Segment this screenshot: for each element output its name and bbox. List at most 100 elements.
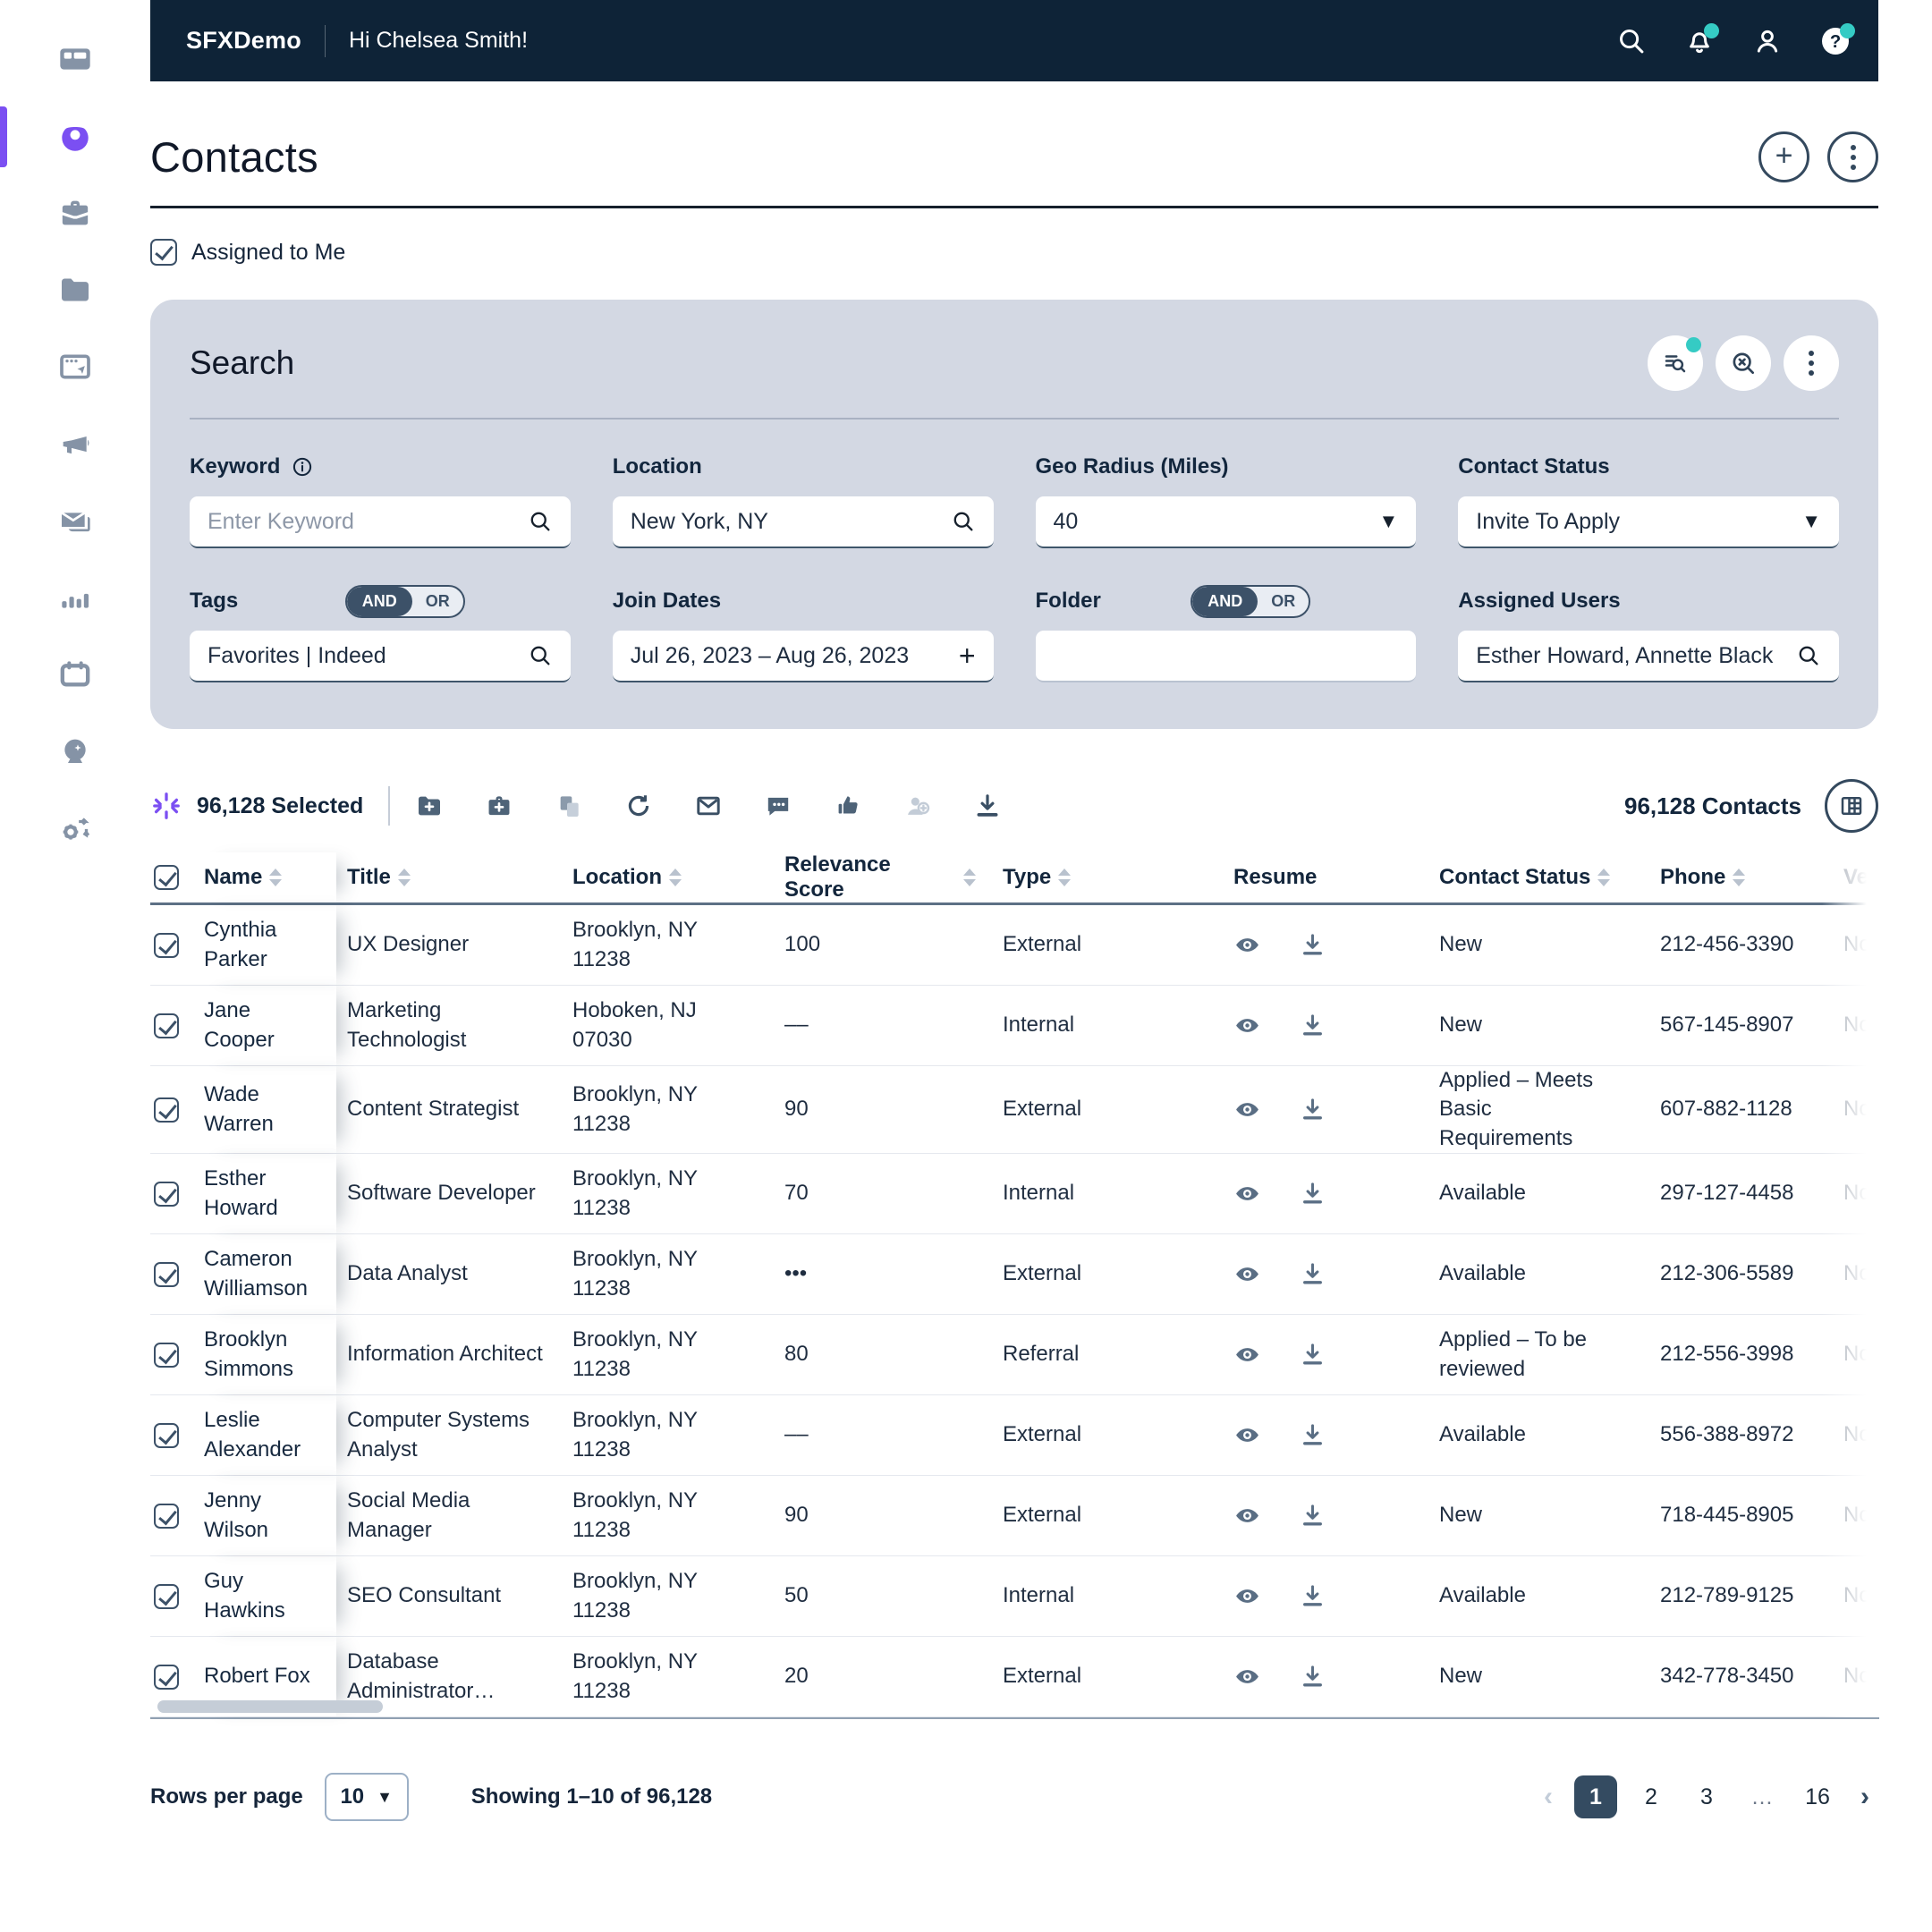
row-checkbox[interactable] <box>154 1013 179 1038</box>
brand-logo[interactable]: SFXDemo <box>186 27 301 55</box>
view-resume-icon[interactable] <box>1233 1502 1261 1530</box>
row-checkbox[interactable] <box>154 1584 179 1609</box>
contact-name[interactable]: Cameron Williamson <box>195 1234 336 1314</box>
view-resume-icon[interactable] <box>1233 1260 1261 1288</box>
search-icon[interactable] <box>1615 25 1648 57</box>
keyword-input[interactable] <box>208 509 528 535</box>
search-icon[interactable] <box>528 509 553 534</box>
contact-name[interactable]: Guy Hawkins <box>195 1556 336 1636</box>
download-resume-icon[interactable] <box>1299 1663 1326 1690</box>
refresh-icon[interactable] <box>624 792 653 820</box>
sort-arrows-icon[interactable] <box>1597 869 1610 886</box>
contact-name[interactable]: Wade Warren <box>195 1066 336 1153</box>
view-resume-icon[interactable] <box>1233 1582 1261 1610</box>
column-header[interactable]: Location <box>560 852 770 902</box>
add-to-folder-icon[interactable] <box>415 792 444 820</box>
table-view-button[interactable] <box>1825 779 1878 833</box>
add-date-icon[interactable]: + <box>959 640 976 673</box>
row-checkbox[interactable] <box>154 1504 179 1529</box>
sidebar-item-forms[interactable] <box>57 349 93 385</box>
tags-value[interactable]: Favorites | Indeed <box>208 643 528 669</box>
add-to-job-icon[interactable] <box>485 792 513 820</box>
folder-input[interactable] <box>1054 643 1399 669</box>
contact-name[interactable]: Jane Cooper <box>195 986 336 1065</box>
help-icon[interactable]: ? <box>1819 25 1852 57</box>
sidebar-item-messages[interactable] <box>57 503 93 538</box>
sidebar-item-dashboard[interactable] <box>57 41 93 77</box>
sidebar-item-campaigns[interactable] <box>57 426 93 462</box>
next-page-button[interactable]: › <box>1852 1782 1878 1812</box>
sort-arrows-icon[interactable] <box>269 869 282 886</box>
saved-search-button[interactable] <box>1648 335 1703 391</box>
row-checkbox[interactable] <box>154 1097 179 1123</box>
sidebar-item-calendar[interactable] <box>57 657 93 692</box>
view-resume-icon[interactable] <box>1233 1663 1261 1690</box>
column-header[interactable]: Relevance Score <box>770 852 976 902</box>
search-icon[interactable] <box>1796 643 1821 668</box>
sort-arrows-icon[interactable] <box>398 869 411 886</box>
sidebar-item-contacts[interactable] <box>57 118 93 154</box>
email-icon[interactable] <box>694 792 723 820</box>
horizontal-scrollbar-thumb[interactable] <box>157 1700 383 1713</box>
download-resume-icon[interactable] <box>1299 1502 1326 1530</box>
sidebar-item-automation[interactable] <box>57 810 93 846</box>
sms-icon[interactable] <box>764 792 792 820</box>
download-resume-icon[interactable] <box>1299 1421 1326 1449</box>
contact-name[interactable]: Cynthia Parker <box>195 905 336 985</box>
rows-per-page-select[interactable]: 10 ▼ <box>325 1773 409 1821</box>
export-download-icon[interactable] <box>973 792 1002 820</box>
page-button[interactable]: 1 <box>1574 1775 1617 1818</box>
shortlist-thumbs-up-icon[interactable] <box>834 792 862 820</box>
page-button[interactable]: 2 <box>1630 1775 1673 1818</box>
download-resume-icon[interactable] <box>1299 1012 1326 1039</box>
view-resume-icon[interactable] <box>1233 1180 1261 1208</box>
view-resume-icon[interactable] <box>1233 1012 1261 1039</box>
download-resume-icon[interactable] <box>1299 1180 1326 1208</box>
sort-arrows-icon[interactable] <box>1733 869 1745 886</box>
contact-name[interactable]: Leslie Alexander <box>195 1395 336 1475</box>
search-more-options-button[interactable] <box>1784 335 1839 391</box>
sidebar-item-insights[interactable] <box>57 733 93 769</box>
column-header[interactable]: Name <box>195 852 336 902</box>
view-resume-icon[interactable] <box>1233 1096 1261 1123</box>
assigned-users-value[interactable]: Esther Howard, Annette Black <box>1476 643 1796 669</box>
page-button[interactable]: 16 <box>1796 1775 1839 1818</box>
column-header[interactable]: Type <box>976 852 1191 902</box>
row-checkbox[interactable] <box>154 1665 179 1690</box>
info-icon[interactable] <box>291 455 314 479</box>
row-checkbox[interactable] <box>154 933 179 958</box>
select-all-checkbox[interactable] <box>154 865 179 890</box>
location-input[interactable] <box>631 509 951 535</box>
add-contact-button[interactable]: + <box>1758 131 1809 182</box>
download-resume-icon[interactable] <box>1299 1582 1326 1610</box>
page-button[interactable]: 3 <box>1685 1775 1728 1818</box>
previous-page-button[interactable]: ‹ <box>1535 1782 1562 1812</box>
sidebar-item-jobs[interactable] <box>57 195 93 231</box>
row-checkbox[interactable] <box>154 1343 179 1368</box>
sort-arrows-icon[interactable] <box>669 869 682 886</box>
contact-name[interactable]: Jenny Wilson <box>195 1476 336 1555</box>
page-more-options-button[interactable] <box>1827 131 1878 182</box>
folder-and-or-toggle[interactable]: ANDOR <box>1191 585 1310 618</box>
contact-name[interactable]: Brooklyn Simmons <box>195 1315 336 1394</box>
column-header[interactable]: Phone <box>1624 852 1826 902</box>
sidebar-item-analytics[interactable] <box>57 580 93 615</box>
download-resume-icon[interactable] <box>1299 1341 1326 1368</box>
assigned-to-me-checkbox[interactable] <box>150 239 177 266</box>
notifications-bell-icon[interactable] <box>1683 25 1716 57</box>
column-header[interactable]: Title <box>336 852 560 902</box>
geo-radius-select[interactable]: 40 ▼ <box>1036 496 1417 548</box>
row-checkbox[interactable] <box>154 1182 179 1207</box>
view-resume-icon[interactable] <box>1233 1421 1261 1449</box>
user-icon[interactable] <box>1751 25 1784 57</box>
download-resume-icon[interactable] <box>1299 931 1326 959</box>
duplicate-icon[interactable] <box>555 792 583 820</box>
sidebar-item-folders[interactable] <box>57 272 93 308</box>
join-dates-input[interactable]: Jul 26, 2023 – Aug 26, 2023 + <box>613 631 994 682</box>
search-icon[interactable] <box>951 509 976 534</box>
sort-arrows-icon[interactable] <box>1058 869 1071 886</box>
row-checkbox[interactable] <box>154 1423 179 1448</box>
tags-and-or-toggle[interactable]: ANDOR <box>345 585 465 618</box>
sort-arrows-icon[interactable] <box>963 869 976 886</box>
search-icon[interactable] <box>528 643 553 668</box>
